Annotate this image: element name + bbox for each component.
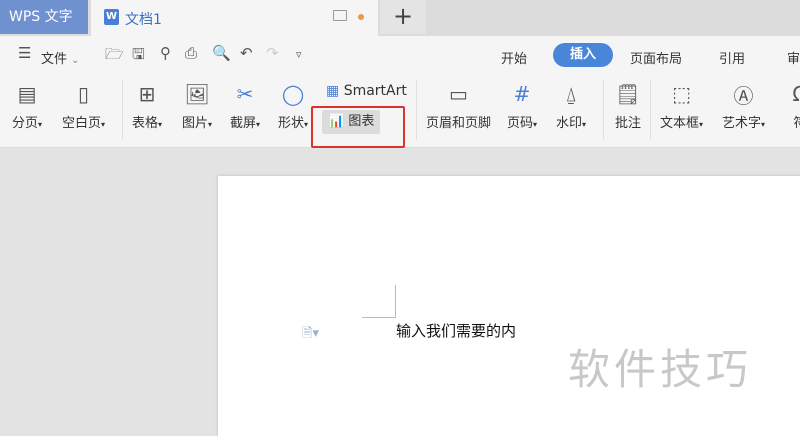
blank-page-button[interactable]: ▯ 空白页▾ xyxy=(62,80,105,131)
comment-button[interactable]: 🗒 批注 xyxy=(613,80,643,131)
label: 页码 xyxy=(507,116,534,131)
label: 批注 xyxy=(614,116,641,131)
header-footer-button[interactable]: ▭ 页眉和页脚 xyxy=(426,80,491,131)
divider xyxy=(416,80,417,140)
redo-icon[interactable]: ↷ xyxy=(266,44,279,62)
divider xyxy=(650,80,651,140)
picture-button[interactable]: 🖼 图片▾ xyxy=(182,80,212,131)
page-number-icon: # xyxy=(513,82,531,106)
label: 符 xyxy=(793,116,800,131)
picture-icon: 🖼 xyxy=(184,82,210,106)
wordart-icon: Ⓐ xyxy=(733,83,754,108)
label: 截屏 xyxy=(230,116,257,131)
table-button[interactable]: ⊞ 表格▾ xyxy=(132,80,162,131)
find-icon[interactable]: ⚲ xyxy=(160,44,171,62)
smartart-icon: ▦ xyxy=(326,83,340,99)
tab-review[interactable]: 审 xyxy=(787,48,800,67)
chevron-down-icon: ⌄ xyxy=(71,55,80,66)
new-tab-button[interactable]: + xyxy=(380,0,426,34)
document-page[interactable] xyxy=(218,176,800,436)
label: 表格 xyxy=(132,116,159,131)
open-icon[interactable]: 🗁 xyxy=(105,44,124,69)
label: 空白页 xyxy=(62,116,102,131)
monitor-icon[interactable] xyxy=(333,10,347,21)
header-footer-icon: ▭ xyxy=(449,82,468,106)
watermark-overlay: 软件技巧 xyxy=(568,345,753,394)
customize-dropdown-icon[interactable]: ▿ xyxy=(296,48,302,61)
watermark-button[interactable]: ⍙ 水印▾ xyxy=(556,80,586,131)
tab-insert[interactable]: 插入 xyxy=(553,43,613,67)
tab-page-layout[interactable]: 页面布局 xyxy=(630,48,682,67)
table-icon: ⊞ xyxy=(138,82,156,106)
paragraph-layout-icon[interactable]: 🗎▾ xyxy=(302,324,319,346)
page-number-button[interactable]: # 页码▾ xyxy=(507,80,537,131)
label: 页眉和页脚 xyxy=(426,116,492,131)
blank-page-icon: ▯ xyxy=(78,82,90,106)
undo-icon[interactable]: ↶ xyxy=(240,44,253,62)
shape-button[interactable]: ◯ 形状▾ xyxy=(278,80,308,131)
page-break-icon: ▤ xyxy=(17,82,37,106)
smartart-button[interactable]: ▦ SmartArt xyxy=(326,83,407,99)
label: 艺术字 xyxy=(722,116,762,131)
save-icon[interactable]: 🖫 xyxy=(132,44,145,69)
print-preview-icon[interactable]: 🔍 xyxy=(212,44,231,62)
shape-icon: ◯ xyxy=(281,82,305,106)
page-break-button[interactable]: ▤ 分页▾ xyxy=(12,80,42,131)
label: 文本框 xyxy=(660,116,700,131)
textbox-icon: ⬚ xyxy=(672,82,691,106)
divider xyxy=(122,80,123,140)
symbol-icon: Ω xyxy=(792,82,800,106)
file-menu[interactable]: 文件 ⌄ xyxy=(41,48,80,67)
screenshot-button[interactable]: ✂ 截屏▾ xyxy=(230,80,260,131)
symbol-button[interactable]: Ω符 xyxy=(785,80,800,131)
comment-icon: 🗒 xyxy=(615,82,641,106)
label: 分页 xyxy=(12,116,39,131)
unsaved-dot-icon xyxy=(358,14,364,20)
tab-references[interactable]: 引用 xyxy=(719,48,745,67)
scissors-icon: ✂ xyxy=(236,82,254,106)
textbox-button[interactable]: ⬚ 文本框▾ xyxy=(660,80,703,131)
hamburger-icon[interactable]: ☰ xyxy=(18,44,31,62)
smartart-label: SmartArt xyxy=(343,83,407,99)
margin-corner-marker xyxy=(362,285,396,318)
label: 形状 xyxy=(278,116,305,131)
tab-home[interactable]: 开始 xyxy=(501,48,527,67)
document-tab-title[interactable]: 文档1 xyxy=(125,9,162,29)
file-menu-label: 文件 xyxy=(41,52,68,67)
highlight-box xyxy=(311,106,405,148)
watermark-icon: ⍙ xyxy=(565,82,578,106)
wordart-button[interactable]: Ⓐ 艺术字▾ xyxy=(722,80,765,132)
app-tab[interactable]: WPS 文字 xyxy=(0,0,88,34)
wps-doc-icon: W xyxy=(104,9,119,25)
print-icon[interactable]: ⎙ xyxy=(185,44,197,62)
document-text[interactable]: 输入我们需要的内 xyxy=(396,320,516,341)
label: 图片 xyxy=(182,116,209,131)
divider xyxy=(603,80,604,140)
label: 水印 xyxy=(556,116,583,131)
